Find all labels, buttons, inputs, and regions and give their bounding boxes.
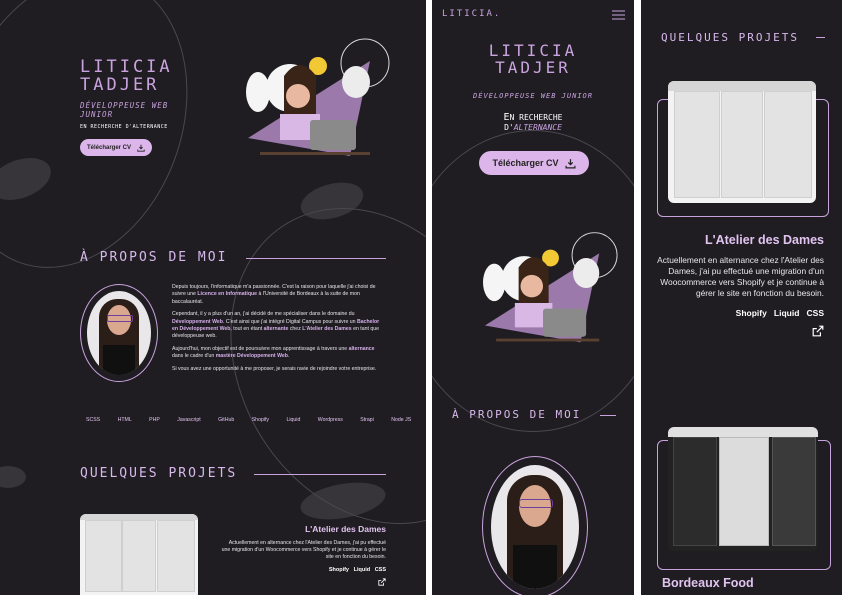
skill-item: Strapi (360, 417, 374, 423)
project-description: Actuellement en alternance chez l'Atelie… (221, 540, 386, 560)
about-title: À PROPOS DE MOI (452, 408, 582, 421)
hero-role: DÉVELOPPEUSE WEB JUNIOR (473, 92, 593, 100)
project-tags: Shopify Liquid CSS (220, 567, 386, 573)
download-icon (565, 158, 576, 169)
project-name: Bordeaux Food (662, 576, 754, 590)
hero-role: DÉVELOPPEUSE WEB JUNIOR (80, 101, 169, 119)
profile-photo-frame (482, 456, 588, 595)
skill-item: Liquid (286, 417, 301, 423)
title-divider (816, 37, 825, 38)
mobile-projects-view: QUELQUES PROJETS L'Atelier des Dames Act… (641, 0, 842, 595)
project-tag: Shopify (328, 567, 349, 573)
project-tag: Shopify (735, 308, 767, 318)
profile-photo (491, 465, 579, 589)
skill-item: SCSS (86, 417, 101, 423)
project-screenshot[interactable] (80, 514, 198, 595)
skill-item: Node JS (391, 417, 412, 423)
developer-illustration (483, 232, 618, 343)
external-link-icon[interactable] (812, 325, 824, 337)
project-card: L'Atelier des Dames Actuellement en alte… (220, 524, 386, 591)
project-description: Actuellement en alternance chez l'Atelie… (657, 255, 824, 298)
developer-illustration (246, 38, 390, 156)
background-blob (0, 466, 26, 488)
about-text: Depuis toujours, l'informatique m'a pass… (172, 284, 380, 372)
project-tag: CSS (374, 567, 386, 573)
download-cv-button[interactable]: Télécharger CV (479, 151, 589, 175)
skill-item: Javascript (177, 417, 201, 423)
title-divider (600, 415, 616, 416)
skill-item: PHP (149, 417, 160, 423)
about-title: À PROPOS DE MOI (80, 250, 228, 265)
projects-title: QUELQUES PROJETS (80, 466, 238, 481)
hero-name: LITICIA TADJER (488, 41, 578, 77)
hero-name: LITICIA TADJER (80, 57, 173, 95)
download-icon (137, 144, 145, 152)
project-tag: CSS (806, 308, 824, 318)
hamburger-menu-icon[interactable] (612, 10, 625, 20)
project-name: L'Atelier des Dames (305, 524, 386, 534)
project-screenshot[interactable] (668, 81, 816, 203)
project-card: L'Atelier des Dames Actuellement en alte… (655, 233, 824, 342)
hero-search-status: EN RECHERCHE D'ALTERNANCE (503, 112, 563, 133)
skill-item: GitHub (218, 417, 235, 423)
skill-item: Wordpress (317, 417, 343, 423)
profile-photo (87, 291, 151, 375)
mobile-hero-view: LITICIA. LITICIA TADJER DÉVELOPPEUSE WEB… (432, 0, 634, 595)
download-cv-button[interactable]: Télécharger CV (80, 139, 152, 156)
desktop-view: LITICIA TADJER DÉVELOPPEUSE WEB JUNIOR E… (0, 0, 426, 595)
project-screenshot[interactable] (668, 427, 818, 551)
skills-list: SCSS HTML PHP Javascript GitHub Shopify … (86, 408, 426, 426)
hero-search-status: EN RECHERCHE D'ALTERNANCE (80, 124, 168, 130)
project-tags: Shopify Liquid CSS (655, 308, 824, 318)
project-tag: Liquid (773, 308, 800, 318)
external-link-icon[interactable] (378, 578, 386, 586)
brand-logo[interactable]: LITICIA. (442, 9, 501, 19)
skill-item: Shopify (251, 417, 270, 423)
project-tag: Liquid (353, 567, 371, 573)
title-divider (254, 474, 386, 475)
skill-item: HTML (117, 417, 132, 423)
project-name: L'Atelier des Dames (705, 233, 824, 247)
title-divider (246, 258, 386, 259)
projects-title: QUELQUES PROJETS (661, 31, 799, 44)
profile-photo-frame (80, 284, 158, 382)
